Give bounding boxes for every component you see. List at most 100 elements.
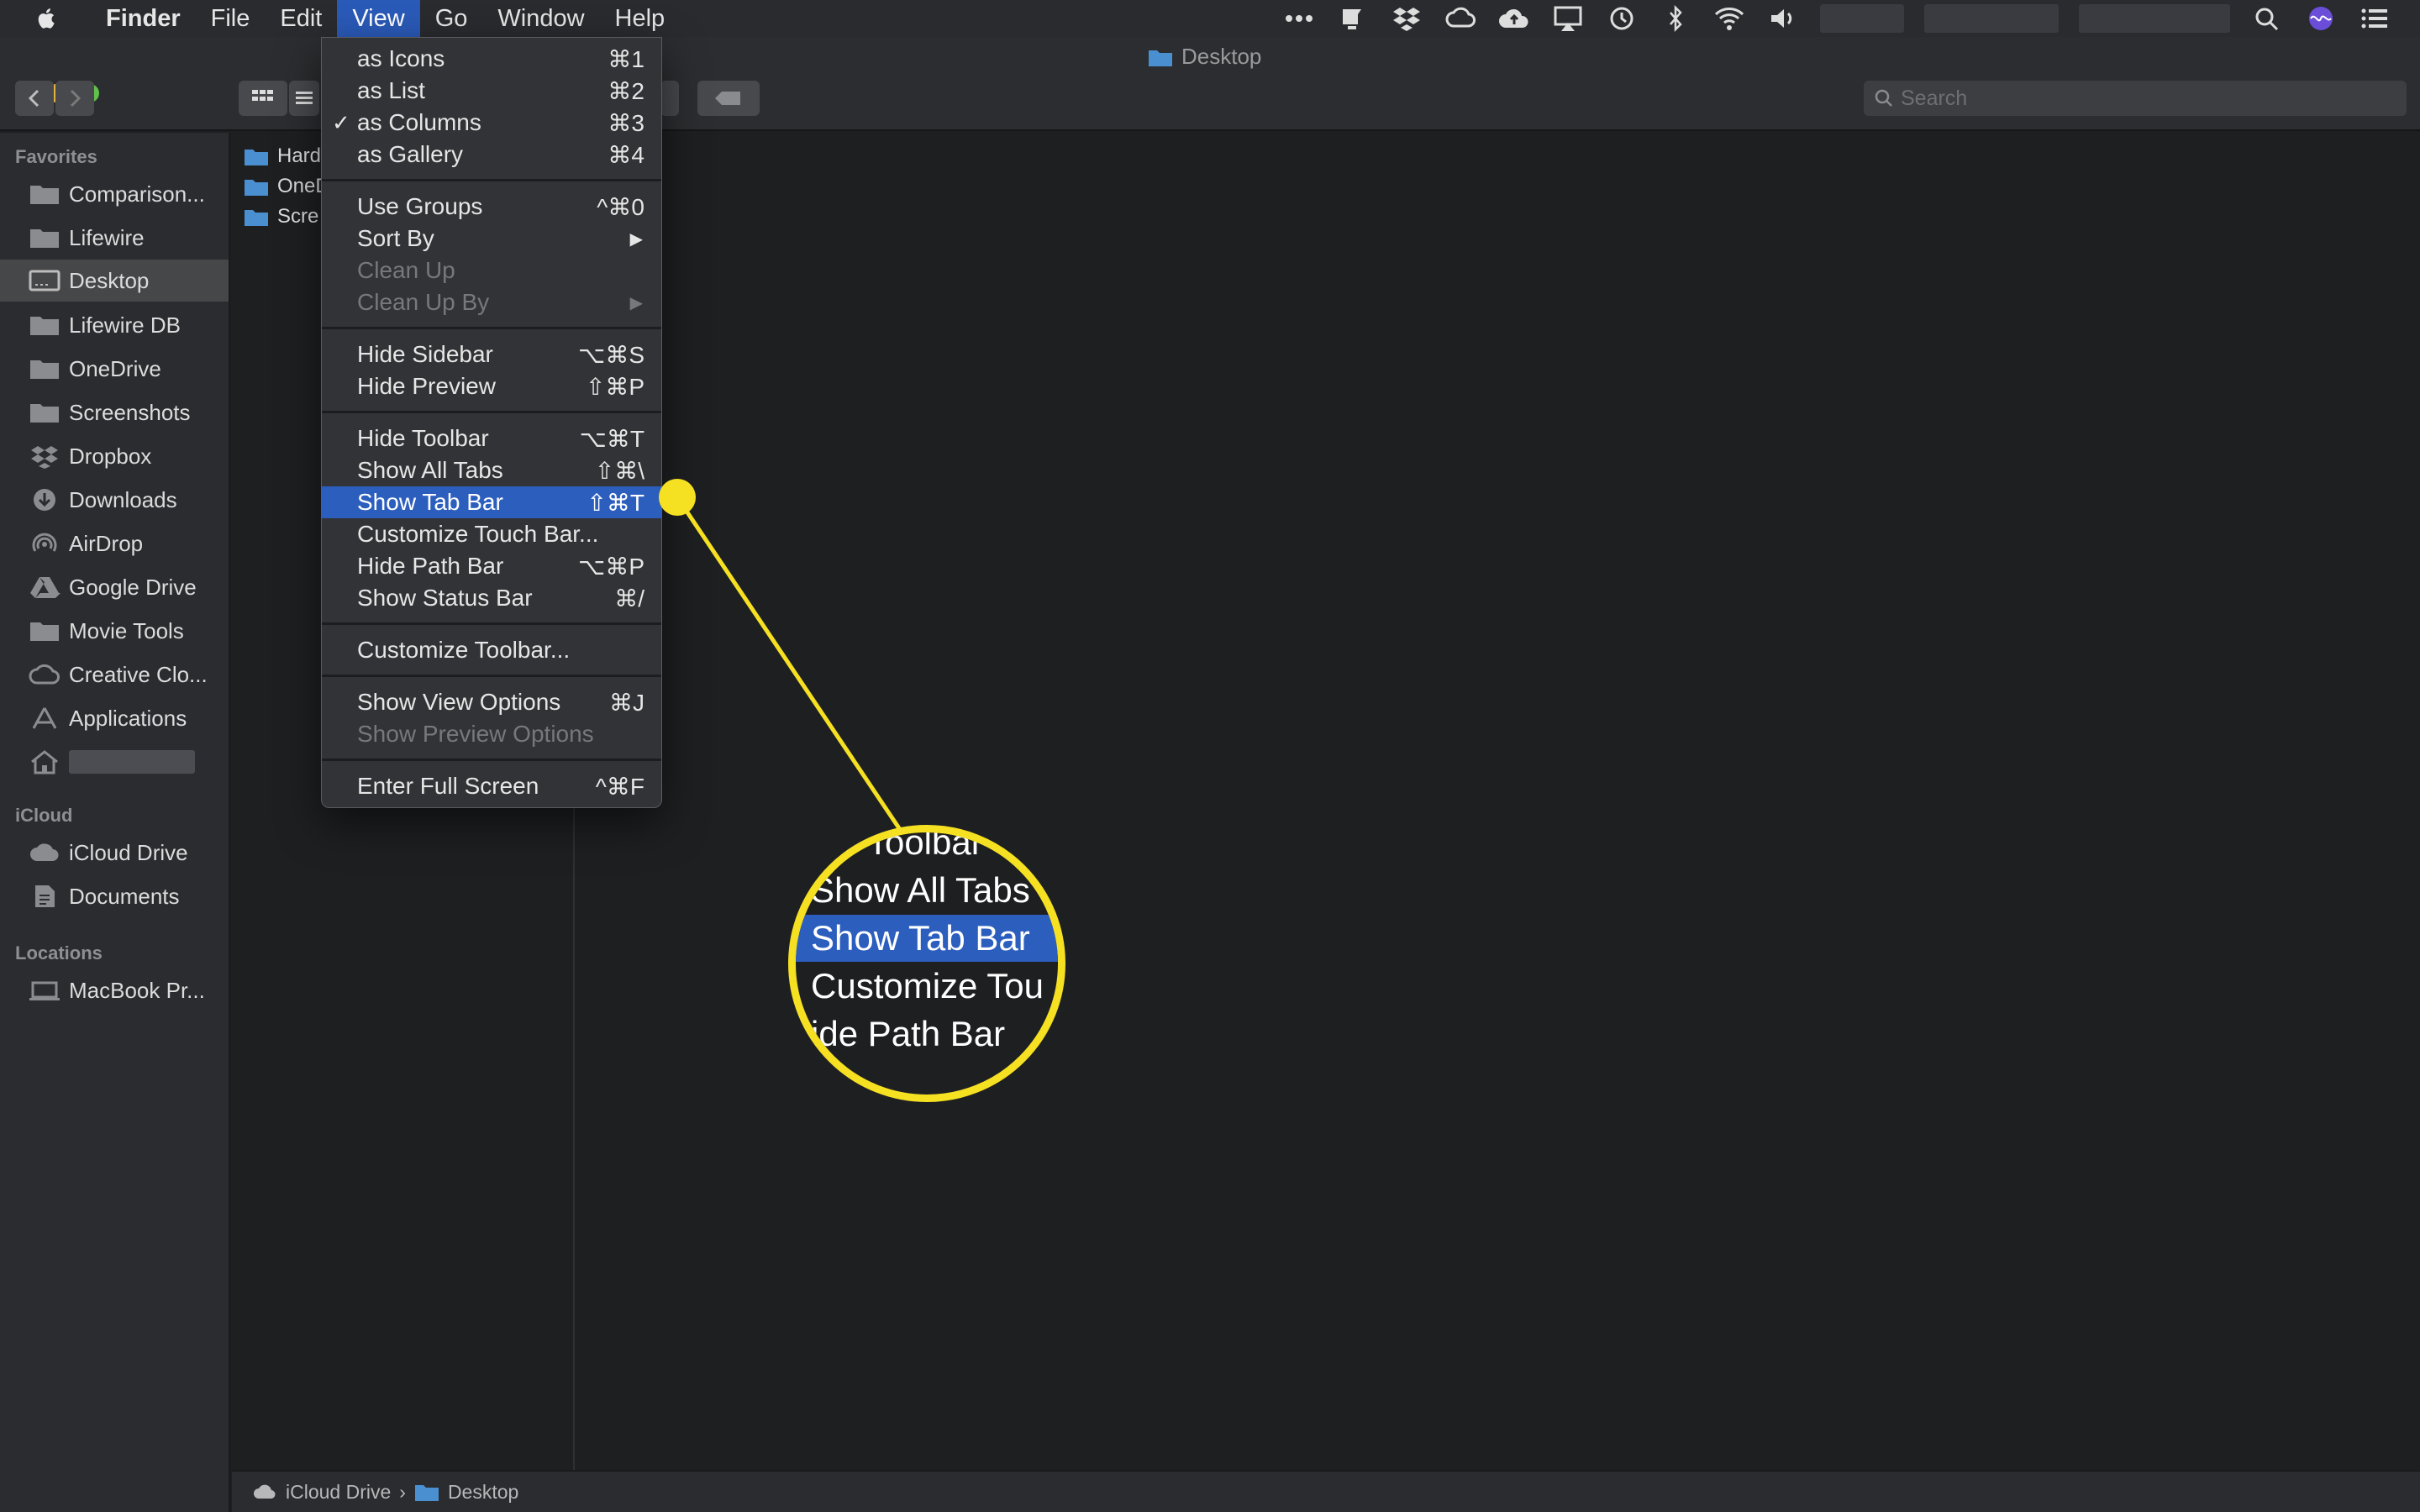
sidebar-item-label: Lifewire DB: [69, 312, 181, 338]
siri-icon[interactable]: [2304, 4, 2338, 33]
menu-item-sort-by[interactable]: Sort By ▶: [322, 223, 661, 255]
menu-go[interactable]: Go: [420, 0, 483, 37]
folder-icon: [30, 186, 59, 204]
menu-window[interactable]: Window: [482, 0, 599, 37]
magnifier-callout: ide Toolbar Show All Tabs Show Tab Bar C…: [788, 825, 1065, 1102]
menu-separator: [322, 411, 661, 413]
apple-logo-icon[interactable]: [35, 7, 55, 30]
volume-icon[interactable]: [1766, 4, 1800, 33]
sidebar-item-macbook[interactable]: MacBook Pr...: [0, 969, 229, 1011]
menu-item-use-groups[interactable]: Use Groups ^⌘0: [322, 191, 661, 223]
google-drive-icon: [30, 577, 60, 598]
sidebar-item-creative-cloud[interactable]: Creative Clo...: [0, 654, 229, 696]
folder-icon: [245, 210, 268, 226]
sidebar-item-label: Google Drive: [69, 574, 197, 600]
menu-item-customize-touch-bar[interactable]: Customize Touch Bar...: [322, 518, 661, 550]
sidebar-item-lifewire[interactable]: Lifewire: [0, 217, 229, 259]
sidebar-item-downloads[interactable]: Downloads: [0, 479, 229, 521]
sidebar-item-comparison[interactable]: Comparison...: [0, 173, 229, 215]
menu-item-hide-sidebar[interactable]: Hide Sidebar ⌥⌘S: [322, 339, 661, 370]
menu-item-show-tab-bar[interactable]: Show Tab Bar ⇧⌘T: [322, 486, 661, 518]
tags-button[interactable]: [697, 81, 760, 116]
spotlight-icon[interactable]: [2250, 4, 2284, 33]
sidebar-item-desktop[interactable]: Desktop: [0, 260, 229, 302]
folder-icon: [30, 622, 59, 641]
menu-item-show-view-options[interactable]: Show View Options ⌘J: [322, 686, 661, 718]
column-item[interactable]: Hard: [244, 144, 321, 168]
creative-cloud-icon: [29, 664, 60, 685]
sidebar-item-label: Applications: [69, 705, 187, 731]
menu-view[interactable]: View: [337, 0, 420, 37]
menu-item-show-all-tabs[interactable]: Show All Tabs ⇧⌘\: [322, 454, 661, 486]
menu-item-label: Show All Tabs: [357, 457, 503, 483]
sidebar-item-movie-tools[interactable]: Movie Tools: [0, 610, 229, 652]
notification-center-icon[interactable]: [2358, 4, 2391, 33]
sidebar-item-icloud-drive[interactable]: iCloud Drive: [0, 832, 229, 874]
menu-item-show-status-bar[interactable]: Show Status Bar ⌘/: [322, 582, 661, 614]
folder-icon: [30, 229, 59, 248]
action-button[interactable]: [660, 81, 679, 116]
path-segment-icloud-drive[interactable]: iCloud Drive: [286, 1481, 391, 1504]
sidebar-item-applications[interactable]: Applications: [0, 697, 229, 739]
sidebar-item-label: OneDrive: [69, 355, 161, 381]
path-separator: ›: [399, 1480, 406, 1503]
menu-item-label: Customize Toolbar...: [357, 637, 571, 663]
menu-item-enter-full-screen[interactable]: Enter Full Screen ^⌘F: [322, 770, 661, 802]
menu-edit[interactable]: Edit: [265, 0, 337, 37]
notification-icon[interactable]: [1336, 4, 1370, 33]
sidebar-item-documents[interactable]: Documents: [0, 875, 229, 917]
menu-item-hide-preview[interactable]: Hide Preview ⇧⌘P: [322, 370, 661, 402]
menu-item-customize-toolbar[interactable]: Customize Toolbar...: [322, 634, 661, 666]
menu-item-label: Show Tab Bar: [357, 489, 503, 515]
column-item[interactable]: Scre: [244, 205, 318, 228]
icon-view-button[interactable]: [239, 81, 287, 116]
menu-help[interactable]: Help: [600, 0, 681, 37]
menu-item-hide-toolbar[interactable]: Hide Toolbar ⌥⌘T: [322, 423, 661, 454]
creative-cloud-icon[interactable]: [1444, 4, 1477, 33]
sidebar-item-label: Comparison...: [69, 181, 205, 207]
list-view-button[interactable]: [289, 81, 319, 116]
sidebar-item-google-drive[interactable]: Google Drive: [0, 566, 229, 608]
downloads-icon: [34, 489, 55, 511]
sidebar: Favorites Comparison... Lifewire Desktop…: [0, 133, 230, 1512]
column-item[interactable]: OneD: [244, 175, 330, 198]
chevron-left-icon: [28, 89, 39, 108]
sidebar-item-onedrive[interactable]: OneDrive: [0, 348, 229, 390]
window-title-text: Desktop: [1181, 44, 1262, 69]
documents-icon: [35, 885, 55, 907]
sidebar-item-label: Creative Clo...: [69, 661, 208, 687]
menu-item-shortcut: ⌥⌘T: [579, 425, 644, 452]
time-machine-icon[interactable]: [1605, 4, 1639, 33]
menu-item-hide-path-bar[interactable]: Hide Path Bar ⌥⌘P: [322, 550, 661, 582]
path-segment-desktop[interactable]: Desktop: [448, 1481, 518, 1504]
search-input[interactable]: [1901, 86, 2371, 111]
cloud-upload-icon[interactable]: [1497, 4, 1531, 33]
search-icon: [1875, 89, 1892, 107]
search-field[interactable]: [1864, 81, 2407, 116]
sidebar-item-screenshots[interactable]: Screenshots: [0, 391, 229, 433]
forward-button[interactable]: [55, 81, 94, 116]
airplay-icon[interactable]: [1551, 4, 1585, 33]
menu-item-as-columns[interactable]: ✓ as Columns ⌘3: [322, 107, 661, 139]
folder-icon: [1149, 50, 1172, 66]
wifi-icon[interactable]: [1712, 4, 1746, 33]
more-dots-icon[interactable]: [1282, 4, 1316, 33]
grid-icon: [252, 90, 273, 101]
back-button[interactable]: [15, 81, 54, 116]
dropbox-icon[interactable]: [1390, 4, 1423, 33]
redacted-username: [69, 750, 195, 774]
redacted-status-item: [1924, 4, 2059, 33]
menu-item-label: as List: [357, 77, 425, 103]
tag-icon: [715, 92, 740, 105]
sidebar-item-airdrop[interactable]: AirDrop: [0, 522, 229, 564]
bluetooth-icon[interactable]: [1659, 4, 1692, 33]
menu-file[interactable]: File: [196, 0, 266, 37]
menu-item-as-icons[interactable]: as Icons ⌘1: [322, 43, 661, 75]
menu-item-show-preview-options: Show Preview Options: [322, 718, 661, 750]
menu-app-finder[interactable]: Finder: [91, 0, 196, 37]
sidebar-item-lifewire-db[interactable]: Lifewire DB: [0, 304, 229, 346]
menu-item-as-gallery[interactable]: as Gallery ⌘4: [322, 139, 661, 171]
sidebar-item-dropbox[interactable]: Dropbox: [0, 435, 229, 477]
sidebar-item-home[interactable]: [0, 741, 229, 783]
menu-item-as-list[interactable]: as List ⌘2: [322, 75, 661, 107]
